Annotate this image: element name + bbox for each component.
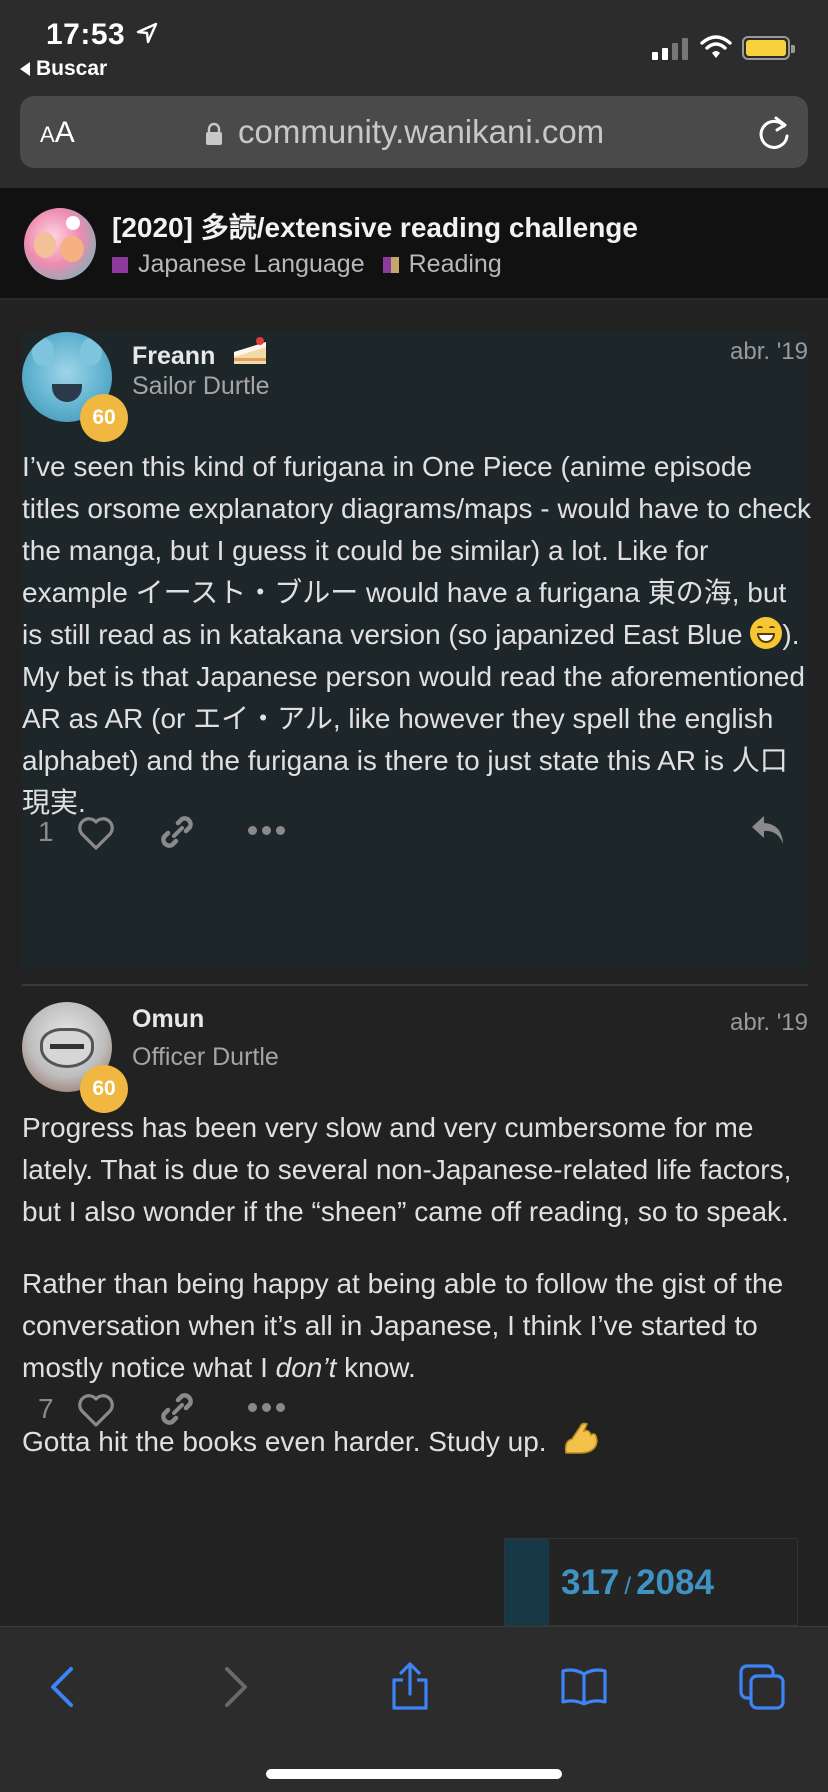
forward-button[interactable] xyxy=(204,1655,268,1719)
text-size-button[interactable]: AA xyxy=(40,116,75,150)
tabs-icon xyxy=(739,1664,785,1710)
topic-header: [2020] 多読/extensive reading challenge Ja… xyxy=(0,188,828,300)
share-button[interactable] xyxy=(378,1655,442,1719)
post-paragraph: My bet is that Japanese person would rea… xyxy=(22,661,805,818)
tabs-button[interactable] xyxy=(730,1655,794,1719)
category-label: Reading xyxy=(408,250,502,278)
back-icon xyxy=(51,1667,73,1707)
like-count: 1 xyxy=(38,816,54,847)
user-title: Officer Durtle xyxy=(132,1043,279,1071)
forward-icon xyxy=(225,1667,247,1707)
cake-day-icon xyxy=(234,337,267,364)
progress-fill xyxy=(505,1539,550,1625)
safari-bottom-toolbar xyxy=(0,1626,828,1792)
post-body: Progress has been very slow and very cum… xyxy=(22,1107,812,1493)
topic-title[interactable]: [2020] 多読/extensive reading challenge xyxy=(112,206,638,246)
post-date[interactable]: abr. '19 xyxy=(730,338,808,366)
post-username[interactable]: Freann xyxy=(132,334,270,371)
link-icon[interactable] xyxy=(158,812,196,852)
category-label: Japanese Language xyxy=(138,250,365,278)
reply-icon[interactable] xyxy=(748,812,788,850)
topic-categories: Japanese Language Reading xyxy=(112,250,502,279)
wifi-icon xyxy=(700,35,732,58)
heart-icon[interactable] xyxy=(76,1391,116,1429)
category-color-swatch xyxy=(382,256,399,273)
status-time: 17:53 xyxy=(46,18,126,51)
post-paragraph: I’ve seen this kind of furigana in One P… xyxy=(22,451,812,650)
topic-progress-widget[interactable]: 317/2084 xyxy=(504,1538,798,1626)
lock-icon xyxy=(206,122,222,145)
post: 60 Freann Sailor Durtle abr. '19 I’ve se… xyxy=(0,300,828,970)
browser-toolbar: AA community.wanikani.com xyxy=(0,88,828,188)
cellular-signal-icon xyxy=(652,38,688,60)
level-badge: 60 xyxy=(80,394,128,442)
link-icon[interactable] xyxy=(158,1389,196,1429)
heart-icon[interactable] xyxy=(76,814,116,852)
more-options-icon[interactable] xyxy=(248,826,285,835)
reload-icon[interactable] xyxy=(756,112,792,152)
back-to-app-button[interactable]: Buscar xyxy=(20,57,107,81)
level-badge: 60 xyxy=(80,1065,128,1113)
status-bar: 17:53 Buscar xyxy=(0,0,828,88)
battery-level xyxy=(746,40,786,56)
post: 60 Omun Officer Durtle abr. '19 Progress… xyxy=(0,985,828,1625)
post-paragraph: Rather than being happy at being able to… xyxy=(22,1268,784,1383)
category-reading[interactable]: Reading xyxy=(382,250,502,279)
category-color-swatch xyxy=(112,256,128,273)
post-username[interactable]: Omun xyxy=(132,1005,204,1034)
like-count: 7 xyxy=(38,1393,54,1424)
category-japanese-language[interactable]: Japanese Language xyxy=(112,250,365,279)
post-actions: 1 xyxy=(22,808,808,858)
address-bar[interactable]: AA community.wanikani.com xyxy=(20,96,808,168)
battery-icon xyxy=(742,36,795,60)
topic-avatar[interactable] xyxy=(24,208,96,280)
location-arrow-icon xyxy=(136,22,158,44)
post-actions: 7 xyxy=(22,1385,808,1435)
back-triangle-icon xyxy=(20,62,30,76)
grinning-emoji-icon xyxy=(750,617,783,649)
back-button[interactable] xyxy=(30,1655,94,1719)
url-text[interactable]: community.wanikani.com xyxy=(238,113,604,151)
post-paragraph: Progress has been very slow and very cum… xyxy=(22,1112,792,1227)
bookmarks-button[interactable] xyxy=(552,1655,616,1719)
back-app-label: Buscar xyxy=(36,57,108,80)
post-date[interactable]: abr. '19 xyxy=(730,1009,808,1037)
home-indicator[interactable] xyxy=(266,1769,562,1779)
bookmarks-icon xyxy=(561,1668,607,1706)
share-icon xyxy=(392,1662,428,1710)
progress-counter: 317/2084 xyxy=(561,1563,714,1602)
post-body: I’ve seen this kind of furigana in One P… xyxy=(22,446,812,824)
user-title: Sailor Durtle xyxy=(132,372,270,400)
more-options-icon[interactable] xyxy=(248,1403,285,1412)
